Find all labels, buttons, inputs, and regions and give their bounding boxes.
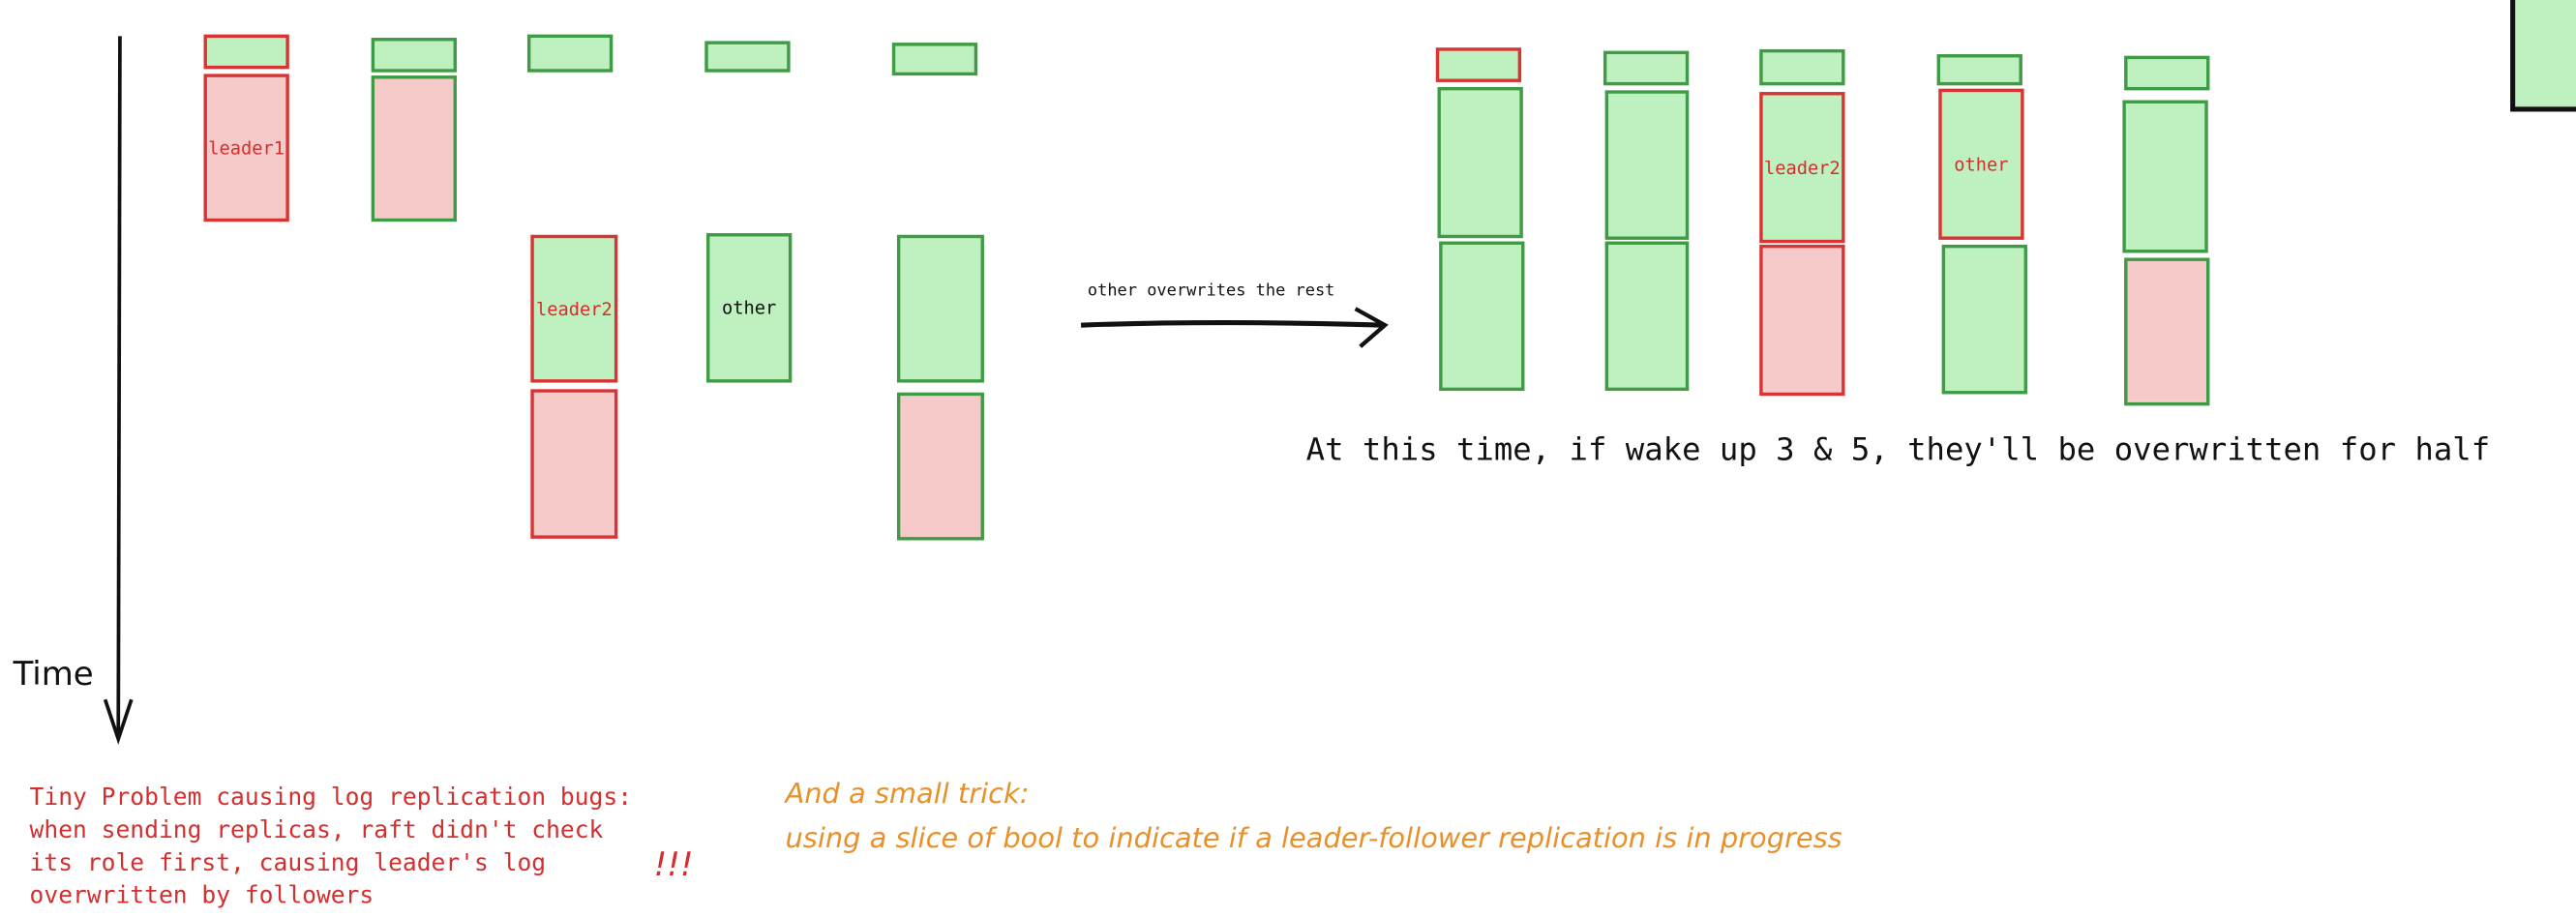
log-block [1941, 244, 2027, 395]
log-block-leader2: leader2 [1759, 92, 1845, 244]
after-note: At this time, if wake up 3 & 5, they'll … [1305, 431, 2491, 468]
problem-line: its role first, causing leader's log [29, 850, 547, 877]
block-label: leader2 [535, 298, 613, 320]
block-label: other [722, 297, 777, 319]
block-label: leader1 [208, 136, 285, 159]
log-block [2122, 100, 2208, 253]
problem-emphasis: !!! [653, 843, 694, 884]
log-entry [203, 34, 289, 70]
trick-line: using a slice of bool to indicate if a l… [785, 822, 1842, 856]
log-block [1604, 90, 1690, 240]
log-block-other: other [1938, 88, 2024, 240]
log-block-leader1: leader1 [203, 74, 289, 222]
log-entry [1435, 47, 1522, 82]
block-label: leader2 [1764, 157, 1841, 179]
log-block [530, 389, 618, 539]
log-block [1437, 86, 1523, 239]
log-entry [704, 41, 791, 73]
log-block [896, 234, 984, 383]
problem-line: overwritten by followers [29, 883, 374, 910]
log-entry [2124, 55, 2210, 91]
trick-title: And a small trick: [785, 778, 1030, 812]
log-block [371, 75, 457, 222]
log-entry [371, 38, 457, 73]
log-block [896, 392, 984, 541]
log-block-other: other [706, 233, 793, 383]
block-label: other [1954, 153, 2009, 175]
log-block-leader2: leader2 [530, 234, 618, 383]
log-block [2124, 257, 2210, 406]
log-block [1439, 241, 1525, 392]
problem-line: when sending replicas, raft didn't check [29, 817, 604, 844]
problem-line: Tiny Problem causing log replication bug… [29, 784, 633, 812]
log-entry [891, 43, 978, 76]
time-axis-label: Time [13, 653, 94, 694]
partial-box [2510, 0, 2576, 112]
problem-note: Tiny Problem causing log replication bug… [30, 782, 632, 913]
log-entry [1759, 48, 1845, 86]
log-entry [1603, 50, 1690, 86]
log-block [1759, 244, 1845, 397]
log-block [1604, 241, 1690, 392]
transition-arrow [1080, 307, 1389, 348]
diagram-canvas: Time leader1 leader2 other other overwri… [0, 0, 2576, 916]
log-entry [526, 34, 614, 73]
log-entry [1936, 54, 2022, 86]
